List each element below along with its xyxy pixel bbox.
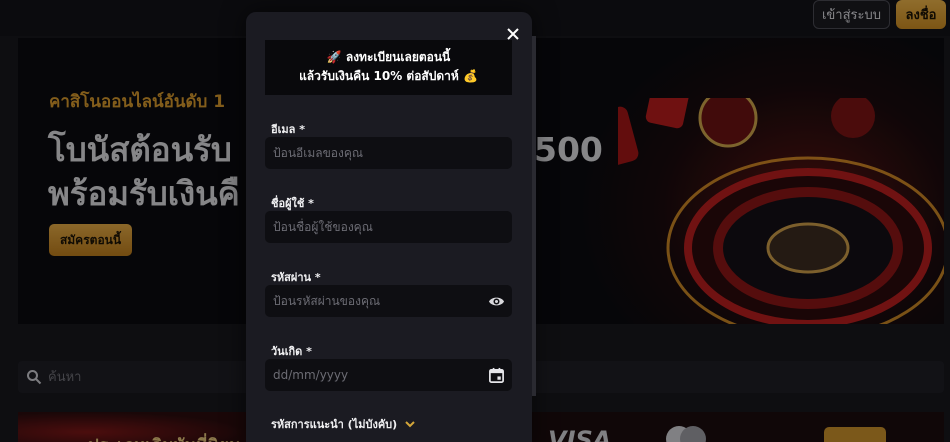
email-field: [265, 137, 512, 169]
username-field: [265, 211, 512, 243]
birthday-label: วันเกิด *: [271, 345, 312, 358]
referral-label: รหัสการแนะนำ (ไม่บังคับ): [271, 418, 398, 431]
chevron-down-icon: [405, 421, 415, 428]
email-input[interactable]: [265, 137, 512, 169]
password-label: รหัสผ่าน *: [271, 271, 321, 284]
register-modal: 🚀 ลงทะเบียนเลยตอนนี้ แล้วรับเงินคืน 10% …: [246, 12, 536, 442]
email-label: อีเมล *: [271, 123, 305, 136]
modal-scrollbar[interactable]: [532, 36, 536, 396]
modal-banner-line2: แล้วรับเงินคืน 10% ต่อสัปดาห์ 💰: [299, 69, 478, 83]
eye-icon[interactable]: [488, 293, 505, 310]
birthday-input[interactable]: [265, 359, 512, 391]
referral-toggle[interactable]: รหัสการแนะนำ (ไม่บังคับ): [271, 415, 416, 433]
password-input[interactable]: [265, 285, 512, 317]
password-field: [265, 285, 512, 317]
username-label: ชื่อผู้ใช้ *: [271, 197, 314, 210]
username-input[interactable]: [265, 211, 512, 243]
modal-promo-banner: 🚀 ลงทะเบียนเลยตอนนี้ แล้วรับเงินคืน 10% …: [265, 40, 512, 95]
birthday-field: [265, 359, 512, 391]
modal-banner-line1: 🚀 ลงทะเบียนเลยตอนนี้: [326, 50, 451, 64]
calendar-icon[interactable]: [488, 367, 505, 384]
